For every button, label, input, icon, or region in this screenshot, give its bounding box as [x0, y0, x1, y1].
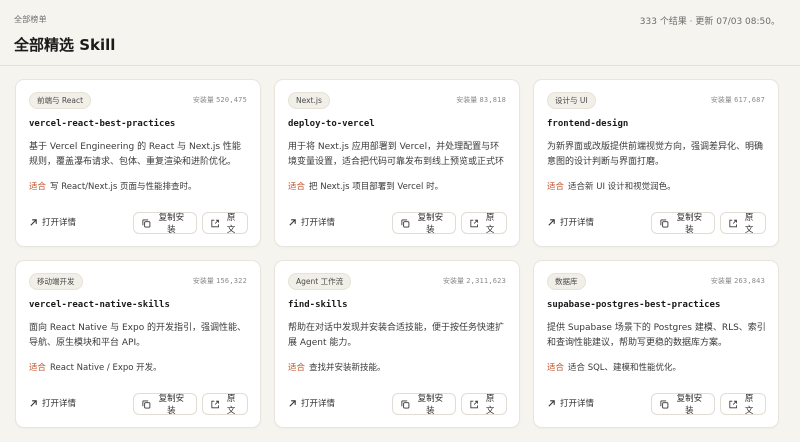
copy-icon — [401, 219, 410, 227]
category-tag: 数据库 — [547, 273, 586, 290]
copy-install-button[interactable]: 复制安装 — [651, 393, 715, 416]
skill-card: 移动端开发 安装量 156,322 vercel-react-native-sk… — [15, 260, 261, 428]
skill-card: 前端与 React 安装量 520,475 vercel-react-best-… — [15, 79, 261, 247]
copy-icon — [401, 400, 410, 408]
skill-card: Agent 工作流 安装量 2,311,623 find-skills 帮助在对… — [274, 260, 520, 428]
skill-name: vercel-react-native-skills — [29, 300, 170, 310]
result-count-meta: 333 个结果 · 更新 07/03 08:50。 — [639, 17, 780, 27]
card-actions: 打开详情 复制安装 原文 — [288, 212, 507, 235]
skill-description: 提供 Supabase 场景下的 Postgres 建模、RLS、索引和查询性能… — [547, 323, 766, 348]
skill-description: 帮助在对话中发现并安装合适技能，便于按任务快速扩展 Agent 能力。 — [288, 323, 505, 348]
install-count: 安装量 2,311,623 — [443, 277, 506, 285]
external-link-icon — [729, 219, 737, 227]
install-count: 安装量 263,843 — [710, 277, 765, 285]
page: 全部榜单 全部精选 Skill 333 个结果 · 更新 07/03 08:50… — [0, 0, 800, 442]
source-button[interactable]: 原文 — [461, 393, 507, 416]
source-button[interactable]: 原文 — [202, 212, 248, 235]
card-actions: 打开详情 复制安装 原文 — [29, 393, 248, 416]
category-tag: 前端与 React — [29, 92, 92, 109]
category-tag: Next.js — [288, 92, 330, 109]
source-button[interactable]: 原文 — [461, 212, 507, 235]
open-details-link[interactable]: 打开详情 — [547, 397, 594, 409]
external-link-icon — [211, 400, 219, 408]
category-tag: 移动端开发 — [29, 273, 83, 290]
skill-name: find-skills — [288, 300, 348, 310]
arrow-up-right-icon — [548, 218, 555, 226]
copy-install-button[interactable]: 复制安装 — [133, 212, 197, 235]
skill-grid: 前端与 React 安装量 520,475 vercel-react-best-… — [15, 79, 779, 428]
skill-description: 基于 Vercel Engineering 的 React 与 Next.js … — [29, 142, 241, 167]
install-count: 安装量 520,475 — [192, 96, 247, 104]
open-details-link[interactable]: 打开详情 — [29, 216, 76, 228]
copy-install-button[interactable]: 复制安装 — [392, 212, 456, 235]
category-tag: 设计与 UI — [547, 92, 596, 109]
install-count: 安装量 83,818 — [456, 96, 506, 104]
skill-name: deploy-to-vercel — [288, 119, 375, 129]
header-divider — [0, 65, 800, 66]
copy-icon — [660, 219, 669, 227]
copy-icon — [142, 400, 151, 408]
fit-note: 适合写 React/Next.js 页面与性能排查时。 — [29, 182, 197, 192]
arrow-up-right-icon — [289, 399, 296, 407]
fit-note: 适合 适合 SQL、建模和性能优化。 — [547, 363, 682, 373]
copy-install-button[interactable]: 复制安装 — [651, 212, 715, 235]
arrow-up-right-icon — [289, 218, 296, 226]
open-details-link[interactable]: 打开详情 — [288, 216, 335, 228]
install-count: 安装量 156,322 — [192, 277, 247, 285]
arrow-up-right-icon — [30, 218, 37, 226]
skill-name: frontend-design — [547, 119, 629, 129]
copy-icon — [660, 400, 669, 408]
fit-note: 适合 React Native / Expo 开发。 — [29, 363, 162, 373]
skill-description: 面向 React Native 与 Expo 的开发指引，强调性能、导航、原生模… — [29, 323, 247, 348]
card-actions: 打开详情 复制安装 原文 — [288, 393, 507, 416]
source-button[interactable]: 原文 — [720, 393, 766, 416]
source-button[interactable]: 原文 — [720, 212, 766, 235]
card-actions: 打开详情 复制安装 原文 — [547, 393, 766, 416]
fit-note: 适合 查找并安装新技能。 — [288, 363, 386, 373]
copy-install-button[interactable]: 复制安装 — [392, 393, 456, 416]
open-details-link[interactable]: 打开详情 — [29, 397, 76, 409]
card-actions: 打开详情 复制安装 原文 — [29, 212, 248, 235]
skill-card: 数据库 安装量 263,843 supabase-postgres-best-p… — [533, 260, 779, 428]
open-details-link[interactable]: 打开详情 — [288, 397, 335, 409]
skill-name: vercel-react-best-practices — [29, 119, 176, 129]
page-eyebrow: 全部榜单 — [14, 15, 47, 24]
open-details-link[interactable]: 打开详情 — [547, 216, 594, 228]
copy-install-button[interactable]: 复制安装 — [133, 393, 197, 416]
arrow-up-right-icon — [30, 399, 37, 407]
skill-description: 用于将 Next.js 应用部署到 Vercel，并处理配置与环境变量设置，适合… — [288, 142, 505, 167]
copy-icon — [142, 219, 151, 227]
source-button[interactable]: 原文 — [202, 393, 248, 416]
skill-card: 设计与 UI 安装量 617,687 frontend-design 为新界面或… — [533, 79, 779, 247]
skill-card: Next.js 安装量 83,818 deploy-to-vercel 用于将 … — [274, 79, 520, 247]
external-link-icon — [470, 400, 478, 408]
page-title: 全部精选 Skill — [14, 36, 116, 54]
skill-name: supabase-postgres-best-practices — [547, 300, 721, 310]
external-link-icon — [470, 219, 478, 227]
card-actions: 打开详情 复制安装 原文 — [547, 212, 766, 235]
skill-description: 为新界面或改版提供前端视觉方向，强调差异化、明确意图的设计判断与界面打磨。 — [547, 142, 764, 167]
external-link-icon — [211, 219, 219, 227]
category-tag: Agent 工作流 — [288, 273, 352, 290]
arrow-up-right-icon — [548, 399, 555, 407]
external-link-icon — [729, 400, 737, 408]
fit-note: 适合把 Next.js 项目部署到 Vercel 时。 — [288, 182, 444, 192]
fit-note: 适合 适合新 UI 设计和视觉润色。 — [547, 182, 676, 192]
install-count: 安装量 617,687 — [710, 96, 765, 104]
